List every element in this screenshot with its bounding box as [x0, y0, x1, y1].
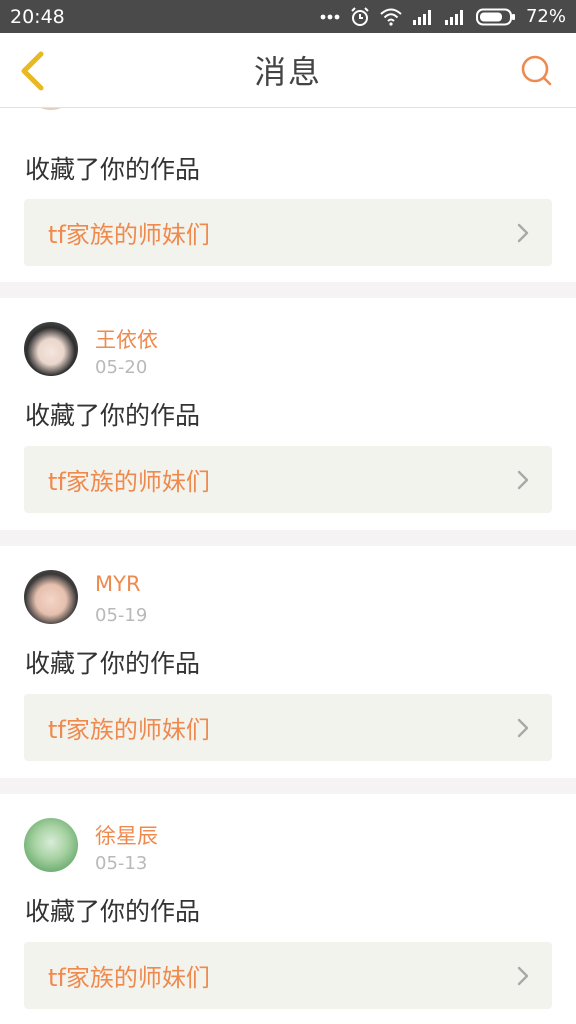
- chevron-right-icon: [517, 966, 529, 985]
- work-title: tf家族的师妹们: [48, 964, 210, 992]
- message-date: 05-20: [95, 357, 148, 378]
- message-action: 收藏了你的作品: [25, 401, 201, 430]
- message-card: 王依依 05-20 收藏了你的作品 tf家族的师妹们: [0, 298, 576, 530]
- message-action: 收藏了你的作品: [25, 155, 201, 184]
- work-link[interactable]: tf家族的师妹们: [24, 942, 552, 1009]
- user-name[interactable]: MYR: [95, 572, 141, 596]
- chevron-right-icon: [517, 718, 529, 737]
- message-date: 05-19: [95, 605, 148, 626]
- work-link[interactable]: tf家族的师妹们: [24, 446, 552, 513]
- search-icon: [521, 55, 552, 86]
- signal-icon-2: [444, 9, 463, 25]
- work-link[interactable]: tf家族的师妹们: [24, 199, 552, 266]
- message-card-head: 05-21: [0, 108, 576, 118]
- avatar[interactable]: [24, 570, 78, 624]
- work-title: tf家族的师妹们: [48, 468, 210, 496]
- message-card-head: MYR 05-19: [0, 546, 576, 632]
- chevron-right-icon: [517, 223, 529, 242]
- more-dots-icon: [320, 14, 340, 19]
- search-button[interactable]: [516, 51, 556, 91]
- work-title: tf家族的师妹们: [48, 716, 210, 744]
- message-card-head: 徐星辰 05-13: [0, 794, 576, 880]
- message-card: 05-21 收藏了你的作品 tf家族的师妹们: [0, 108, 576, 282]
- avatar[interactable]: [24, 818, 78, 872]
- message-action: 收藏了你的作品: [25, 649, 201, 678]
- divider: [0, 778, 576, 794]
- work-link[interactable]: tf家族的师妹们: [24, 694, 552, 761]
- work-title: tf家族的师妹们: [48, 221, 210, 249]
- wifi-icon: [380, 8, 402, 26]
- battery-icon: [475, 8, 515, 25]
- message-card-head: 王依依 05-20: [0, 298, 576, 384]
- chevron-left-icon: [21, 51, 44, 91]
- divider: [0, 282, 576, 298]
- alarm-icon: [351, 6, 369, 26]
- avatar[interactable]: [24, 108, 78, 110]
- message-date: 05-13: [95, 853, 148, 874]
- signal-icon: [412, 9, 431, 25]
- battery-percent: 72%: [525, 6, 566, 27]
- status-bar: 20:48 72%: [0, 0, 576, 33]
- user-name[interactable]: 徐星辰: [95, 820, 158, 850]
- divider: [0, 530, 576, 546]
- chevron-right-icon: [517, 470, 529, 489]
- header: 消息: [0, 33, 576, 108]
- status-time: 20:48: [10, 5, 65, 28]
- message-card: 徐星辰 05-13 收藏了你的作品 tf家族的师妹们: [0, 794, 576, 1024]
- avatar[interactable]: [24, 322, 78, 376]
- message-card: MYR 05-19 收藏了你的作品 tf家族的师妹们: [0, 546, 576, 778]
- back-button[interactable]: [12, 51, 52, 91]
- message-action: 收藏了你的作品: [25, 897, 201, 926]
- status-icons: 72%: [320, 6, 566, 27]
- user-name[interactable]: 王依依: [95, 324, 158, 354]
- message-feed[interactable]: 05-21 收藏了你的作品 tf家族的师妹们 王依依 05-20 收藏了你的作品…: [0, 108, 576, 1024]
- page-title: 消息: [253, 53, 322, 91]
- message-date: 05-21: [95, 108, 147, 112]
